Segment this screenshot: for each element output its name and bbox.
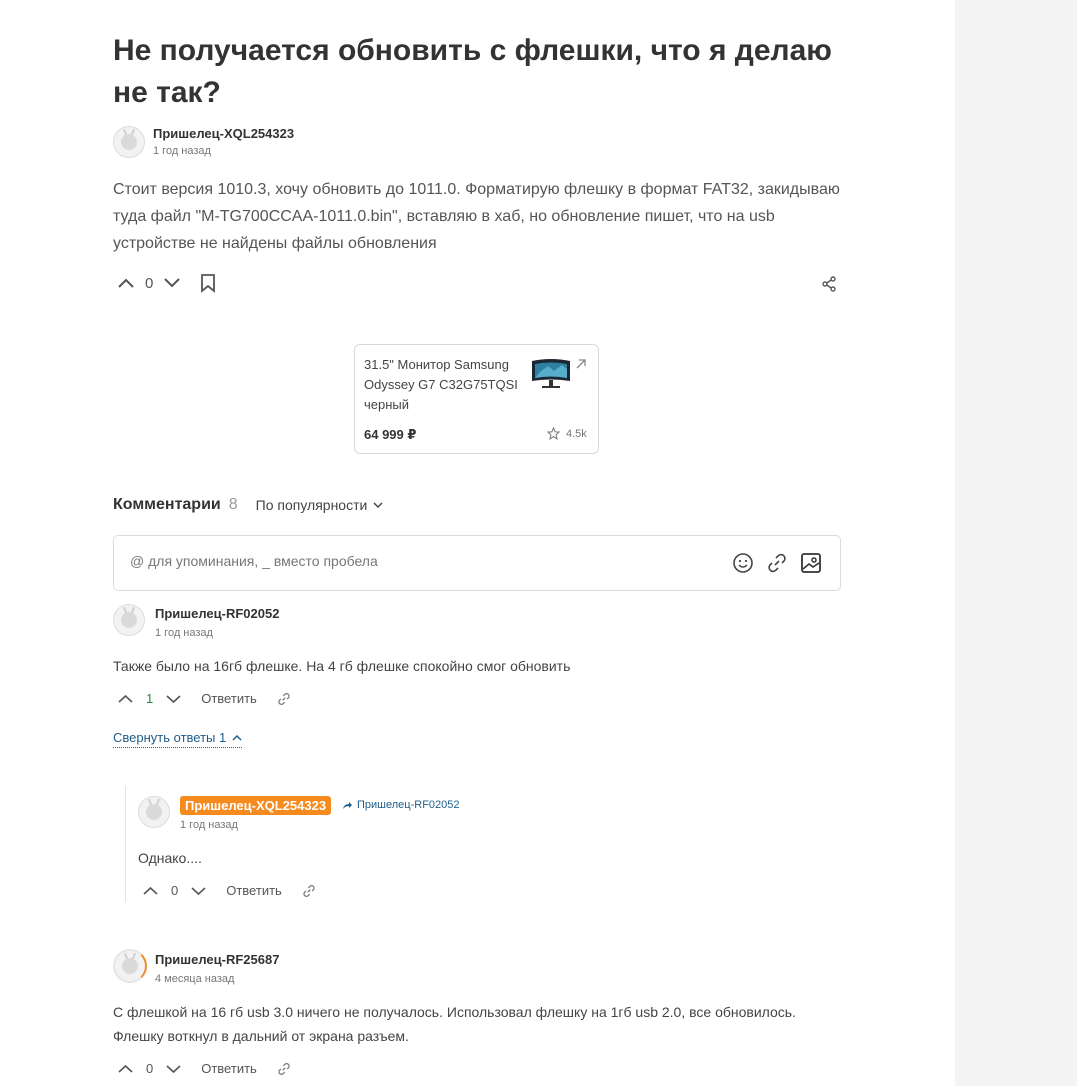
sort-dropdown[interactable]: По популярности (256, 497, 384, 513)
downvote-icon[interactable] (166, 694, 181, 704)
product-name[interactable]: 31.5" Монитор Samsung Odyssey G7 C32G75T… (364, 355, 519, 415)
question-vote-count: 0 (145, 274, 154, 292)
input-toolbar (732, 552, 822, 574)
upvote-icon[interactable] (143, 886, 158, 896)
alien-avatar-icon (121, 134, 137, 150)
reply-arrow-icon (342, 801, 353, 810)
collapse-replies-link[interactable]: Свернуть ответы 1 (113, 730, 243, 748)
comment-avatar[interactable] (113, 604, 145, 636)
comment-vote-count: 0 (146, 1061, 154, 1076)
reply-to-name: Пришелец-RF02052 (357, 799, 460, 811)
author-avatar[interactable] (113, 126, 145, 158)
post-time: 1 год назад (153, 145, 211, 157)
comment-author[interactable]: Пришелец-RF02052 (155, 606, 279, 621)
comment-input[interactable] (128, 552, 712, 570)
link-icon[interactable] (277, 1062, 291, 1076)
question-body: Стоит версия 1010.3, хочу обновить до 10… (113, 181, 840, 252)
reply-vote-count: 0 (171, 883, 179, 898)
thread-line (125, 786, 126, 902)
chevron-down-icon (373, 501, 383, 509)
reply-avatar[interactable] (138, 796, 170, 828)
question-title: Не получается обновить с флешки, что я д… (113, 34, 832, 109)
reply-to-link[interactable]: Пришелец-RF02052 (342, 799, 460, 811)
reply-button[interactable]: Ответить (201, 1061, 257, 1076)
share-icon[interactable] (821, 276, 837, 292)
monitor-image (530, 357, 572, 391)
reply-button[interactable]: Ответить (201, 691, 257, 706)
comments-count: 8 (228, 496, 238, 513)
comment-text: Также было на 16гб флешке. На 4 гб флешк… (113, 658, 571, 674)
sort-label: По популярности (255, 497, 368, 513)
star-icon (547, 427, 560, 440)
downvote-icon[interactable] (166, 1064, 181, 1074)
reply-author-badge[interactable]: Пришелец-XQL254323 (180, 796, 332, 815)
author-name[interactable]: Пришелец-XQL254323 (153, 126, 294, 141)
external-link-icon[interactable] (576, 359, 586, 369)
right-sidebar (955, 0, 1077, 1086)
comment-time: 4 месяца назад (155, 973, 235, 985)
upvote-icon[interactable] (118, 1064, 133, 1074)
question-vote-row: 0 (117, 273, 217, 293)
alien-avatar-icon (146, 804, 162, 820)
comment-vote-row: 1 Ответить (118, 691, 291, 706)
comment-text: С флешкой на 16 гб usb 3.0 ничего не пол… (113, 1004, 796, 1044)
product-price: 64 999 ₽ (364, 427, 417, 442)
downvote-icon[interactable] (191, 886, 206, 896)
image-upload-icon[interactable] (800, 552, 822, 574)
emoji-icon[interactable] (732, 552, 754, 574)
upvote-icon[interactable] (118, 694, 133, 704)
alien-avatar-icon (122, 958, 138, 974)
collapse-replies-label: Свернуть ответы 1 (113, 730, 227, 745)
reply-button[interactable]: Ответить (226, 883, 282, 898)
reply-text: Однако.... (138, 850, 202, 866)
comment-input-box[interactable] (113, 535, 841, 591)
product-card[interactable]: 31.5" Монитор Samsung Odyssey G7 C32G75T… (354, 344, 599, 454)
link-icon[interactable] (766, 552, 788, 574)
product-rating-count: 4.5k (566, 427, 587, 440)
chevron-up-icon (232, 734, 242, 741)
product-rating: 4.5k (547, 427, 587, 440)
comment-author[interactable]: Пришелец-RF25687 (155, 952, 279, 967)
comment-avatar[interactable] (113, 949, 147, 983)
upvote-icon[interactable] (117, 277, 135, 289)
comment-vote-count: 1 (146, 691, 154, 706)
reply-time: 1 год назад (180, 819, 238, 831)
alien-avatar-icon (121, 612, 137, 628)
reply-vote-row: 0 Ответить (143, 883, 316, 898)
downvote-icon[interactable] (163, 277, 181, 289)
comment-vote-row: 0 Ответить (118, 1061, 291, 1076)
comments-header: Комментарии 8 По популярности (113, 496, 383, 514)
comment-time: 1 год назад (155, 627, 213, 639)
bookmark-icon[interactable] (199, 273, 217, 293)
link-icon[interactable] (277, 692, 291, 706)
comments-label: Комментарии (113, 496, 221, 513)
link-icon[interactable] (302, 884, 316, 898)
